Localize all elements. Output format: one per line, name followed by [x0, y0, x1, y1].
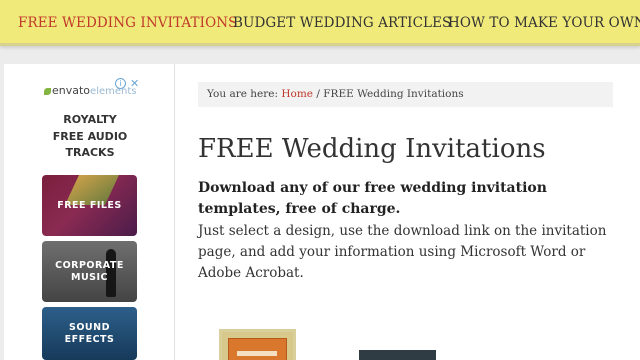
nav-link-budget-wedding-articles[interactable]: BUDGET WEDDING ARTICLES [233, 15, 451, 31]
breadcrumb-home-link[interactable]: Home [281, 88, 313, 100]
nav-link-free-wedding-invitations[interactable]: FREE WEDDING INVITATIONS [18, 15, 238, 31]
breadcrumb-separator: / [316, 88, 320, 100]
ad-heading-line: ROYALTY [63, 113, 117, 126]
ad-tile-sound-effects[interactable]: SOUND EFFECTS [42, 307, 137, 360]
ad-tile-label: FREE FILES [57, 199, 122, 211]
body-paragraph: Just select a design, use the download l… [198, 223, 607, 281]
ad-heading-line: FREE AUDIO [52, 129, 128, 143]
breadcrumb-prefix: You are here: [207, 88, 279, 100]
ad-tile-label: SOUND EFFECTS [64, 321, 115, 345]
envato-elements-logo[interactable]: envatoelements [44, 84, 137, 98]
lead-paragraph: Download any of our free wedding invitat… [198, 180, 547, 217]
logo-suffix: elements [90, 86, 137, 97]
ad-heading-line: TRACKS [65, 146, 115, 159]
top-navigation-bar: FREE WEDDING INVITATIONS BUDGET WEDDING … [0, 0, 640, 46]
page-title: FREE Wedding Invitations [198, 134, 546, 164]
breadcrumb: You are here: Home / FREE Wedding Invita… [198, 82, 613, 107]
ad-heading: ROYALTY FREE AUDIO TRACKS [40, 112, 140, 162]
logo-text: envato [52, 84, 91, 97]
invitation-thumbnail-card [228, 338, 287, 360]
invitation-thumbnail[interactable] [219, 329, 296, 360]
envato-leaf-icon [44, 88, 51, 95]
ad-tile-corporate-music[interactable]: CORPORATE MUSIC [42, 241, 137, 302]
nav-link-how-to-make-your-own[interactable]: HOW TO MAKE YOUR OWN W [448, 15, 640, 31]
breadcrumb-current: FREE Wedding Invitations [323, 88, 464, 100]
ad-tile-free-files[interactable]: FREE FILES [42, 175, 137, 236]
invitation-thumbnail[interactable] [359, 350, 436, 360]
ad-tile-label: CORPORATE MUSIC [55, 259, 124, 283]
